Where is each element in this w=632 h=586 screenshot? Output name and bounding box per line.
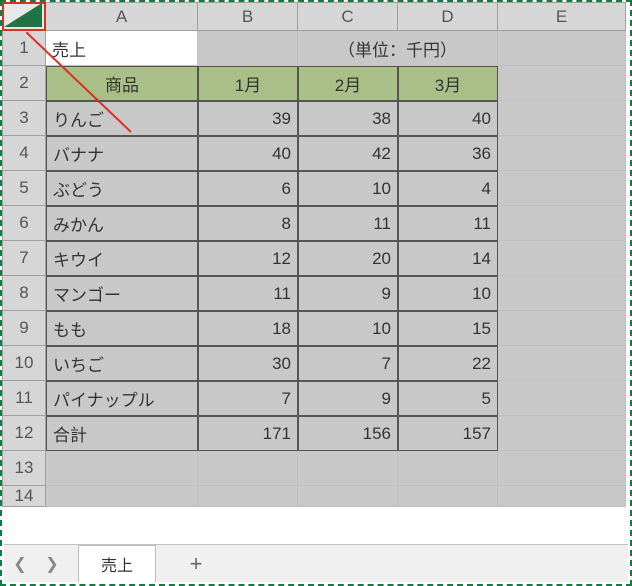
table-row[interactable]: 30 xyxy=(198,346,298,381)
cell-header-m2[interactable]: 2月 xyxy=(298,66,398,101)
table-row[interactable]: 10 xyxy=(398,276,498,311)
cell-D14[interactable] xyxy=(398,486,498,507)
col-header-A[interactable]: A xyxy=(46,2,198,31)
table-row[interactable]: 22 xyxy=(398,346,498,381)
table-row[interactable]: 11 xyxy=(298,206,398,241)
cell-D13[interactable] xyxy=(398,451,498,486)
table-row[interactable]: 9 xyxy=(298,381,398,416)
row-header-14[interactable]: 14 xyxy=(2,486,46,507)
table-row[interactable]: りんご xyxy=(46,101,198,136)
row-header-10[interactable]: 10 xyxy=(2,346,46,381)
table-row[interactable]: 38 xyxy=(298,101,398,136)
cell-E2[interactable] xyxy=(498,66,626,101)
next-sheet-button[interactable]: ❯ xyxy=(36,545,68,582)
spreadsheet-grid[interactable]: A B C D E 1 売上 （単位：千円） 2 商品 1月 2月 3月 3 り… xyxy=(2,2,630,507)
row-header-4[interactable]: 4 xyxy=(2,136,46,171)
cell-header-m3[interactable]: 3月 xyxy=(398,66,498,101)
cell-E1[interactable] xyxy=(498,31,626,66)
cell-E11[interactable] xyxy=(498,381,626,416)
table-row[interactable]: 156 xyxy=(298,416,398,451)
cell-A13[interactable] xyxy=(46,451,198,486)
table-row[interactable]: 7 xyxy=(198,381,298,416)
table-row[interactable]: マンゴー xyxy=(46,276,198,311)
cell-A1[interactable]: 売上 xyxy=(46,31,198,66)
cell-E14[interactable] xyxy=(498,486,626,507)
cell-E12[interactable] xyxy=(498,416,626,451)
row-header-2[interactable]: 2 xyxy=(2,66,46,101)
row-header-3[interactable]: 3 xyxy=(2,101,46,136)
row-header-8[interactable]: 8 xyxy=(2,276,46,311)
table-row[interactable]: 4 xyxy=(398,171,498,206)
sheet-tab-active[interactable]: 売上 xyxy=(78,545,156,582)
row-header-1[interactable]: 1 xyxy=(2,31,46,66)
cell-B1[interactable] xyxy=(198,31,298,66)
table-row[interactable]: パイナップル xyxy=(46,381,198,416)
cell-E9[interactable] xyxy=(498,311,626,346)
table-row[interactable]: 42 xyxy=(298,136,398,171)
row-header-7[interactable]: 7 xyxy=(2,241,46,276)
table-row[interactable]: 10 xyxy=(298,171,398,206)
table-row[interactable]: 11 xyxy=(398,206,498,241)
row-header-6[interactable]: 6 xyxy=(2,206,46,241)
cell-E10[interactable] xyxy=(498,346,626,381)
cell-header-product[interactable]: 商品 xyxy=(46,66,198,101)
table-row[interactable]: 36 xyxy=(398,136,498,171)
select-all-corner[interactable] xyxy=(2,2,46,31)
table-row[interactable]: 15 xyxy=(398,311,498,346)
table-row[interactable]: 9 xyxy=(298,276,398,311)
row-header-9[interactable]: 9 xyxy=(2,311,46,346)
cell-B14[interactable] xyxy=(198,486,298,507)
table-row[interactable]: 6 xyxy=(198,171,298,206)
cell-E6[interactable] xyxy=(498,206,626,241)
table-row[interactable]: 7 xyxy=(298,346,398,381)
table-row[interactable]: 8 xyxy=(198,206,298,241)
cell-E7[interactable] xyxy=(498,241,626,276)
col-header-C[interactable]: C xyxy=(298,2,398,31)
cell-A14[interactable] xyxy=(46,486,198,507)
cell-E5[interactable] xyxy=(498,171,626,206)
table-row[interactable]: 12 xyxy=(198,241,298,276)
table-row[interactable]: いちご xyxy=(46,346,198,381)
table-row[interactable]: 157 xyxy=(398,416,498,451)
table-row[interactable]: 11 xyxy=(198,276,298,311)
table-row[interactable]: 14 xyxy=(398,241,498,276)
cell-E8[interactable] xyxy=(498,276,626,311)
table-row[interactable]: 5 xyxy=(398,381,498,416)
table-row[interactable]: 171 xyxy=(198,416,298,451)
table-row[interactable]: キウイ xyxy=(46,241,198,276)
table-row[interactable]: 40 xyxy=(198,136,298,171)
row-header-5[interactable]: 5 xyxy=(2,171,46,206)
cell-unit-label[interactable]: （単位：千円） xyxy=(298,31,498,66)
cell-header-m1[interactable]: 1月 xyxy=(198,66,298,101)
table-row[interactable]: 合計 xyxy=(46,416,198,451)
row-header-11[interactable]: 11 xyxy=(2,381,46,416)
table-row[interactable]: 39 xyxy=(198,101,298,136)
col-header-E[interactable]: E xyxy=(498,2,626,31)
cell-E3[interactable] xyxy=(498,101,626,136)
chevron-right-icon: ❯ xyxy=(45,554,58,574)
table-row[interactable]: 10 xyxy=(298,311,398,346)
table-row[interactable]: 18 xyxy=(198,311,298,346)
row-header-13[interactable]: 13 xyxy=(2,451,46,486)
cell-E13[interactable] xyxy=(498,451,626,486)
add-sheet-button[interactable]: + xyxy=(176,551,216,577)
table-row[interactable]: もも xyxy=(46,311,198,346)
chevron-left-icon: ❮ xyxy=(13,554,26,574)
table-row[interactable]: バナナ xyxy=(46,136,198,171)
table-row[interactable]: 20 xyxy=(298,241,398,276)
cell-B13[interactable] xyxy=(198,451,298,486)
row-header-12[interactable]: 12 xyxy=(2,416,46,451)
col-header-B[interactable]: B xyxy=(198,2,298,31)
plus-icon: + xyxy=(190,551,203,577)
cell-E4[interactable] xyxy=(498,136,626,171)
table-row[interactable]: みかん xyxy=(46,206,198,241)
cell-C13[interactable] xyxy=(298,451,398,486)
table-row[interactable]: 40 xyxy=(398,101,498,136)
sheet-tab-bar: ❮ ❯ 売上 + xyxy=(4,544,628,582)
col-header-D[interactable]: D xyxy=(398,2,498,31)
table-row[interactable]: ぶどう xyxy=(46,171,198,206)
cell-C14[interactable] xyxy=(298,486,398,507)
prev-sheet-button[interactable]: ❮ xyxy=(4,545,36,582)
